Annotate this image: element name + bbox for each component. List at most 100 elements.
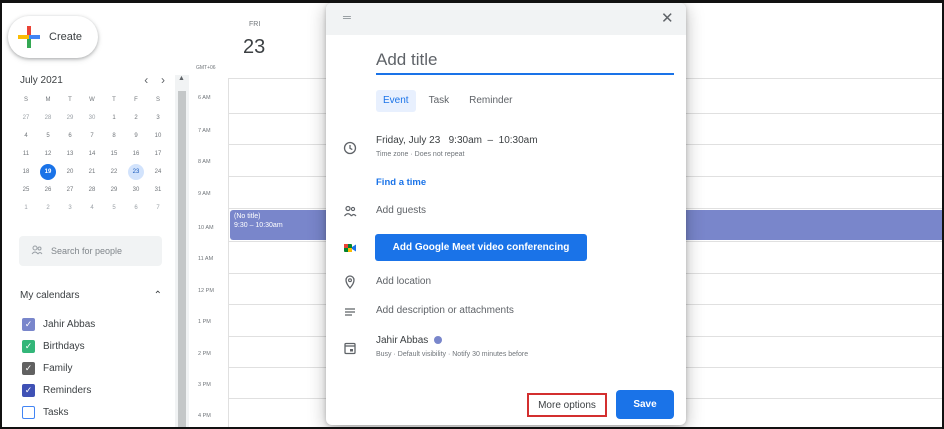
week-row: 25 26 27 28 29 30 31 — [15, 181, 169, 199]
date-cell[interactable]: 27 — [15, 109, 37, 127]
date-cell[interactable]: 31 — [147, 181, 169, 199]
time-zone-note[interactable]: Time zone · Does not repeat — [376, 151, 464, 158]
owner-details[interactable]: Busy · Default visibility · Notify 30 mi… — [376, 351, 528, 358]
chevron-up-icon[interactable]: ⌃ — [154, 290, 162, 301]
hour-label: 10 AM — [198, 225, 214, 231]
calendar-item-family[interactable]: ✓ Family — [22, 360, 72, 376]
hour-label: 9 AM — [198, 191, 211, 197]
description-icon — [343, 305, 357, 319]
date-cell[interactable]: 3 — [147, 109, 169, 127]
date-cell[interactable]: 5 — [103, 199, 125, 217]
week-row: 27 28 29 30 1 2 3 — [15, 109, 169, 127]
create-button[interactable]: Create — [8, 16, 98, 58]
date-cell[interactable]: 10 — [147, 127, 169, 145]
calendar-label: Birthdays — [43, 340, 85, 352]
date-cell[interactable]: 5 — [37, 127, 59, 145]
date-cell[interactable]: 2 — [37, 199, 59, 217]
day-number[interactable]: 23 — [243, 36, 265, 59]
hour-label: 8 AM — [198, 159, 211, 165]
date-cell[interactable]: 30 — [125, 181, 147, 199]
more-options-button[interactable]: More options — [527, 393, 607, 417]
date-cell[interactable]: 9 — [125, 127, 147, 145]
people-icon — [31, 244, 43, 259]
calendar-label: Jahir Abbas — [43, 318, 96, 330]
date-cell[interactable]: 18 — [15, 163, 37, 181]
checkbox-checked-icon[interactable]: ✓ — [22, 339, 35, 353]
title-input[interactable] — [376, 47, 674, 75]
create-label: Create — [49, 31, 83, 43]
date-cell[interactable]: 2 — [125, 109, 147, 127]
add-guests-field[interactable]: Add guests — [376, 205, 426, 216]
date-cell[interactable]: 22 — [103, 163, 125, 181]
calendar-item-jahir-abbas[interactable]: ✓ Jahir Abbas — [22, 316, 95, 332]
date-cell[interactable]: 11 — [15, 145, 37, 163]
date-cell[interactable]: 8 — [103, 127, 125, 145]
weekday-label: S — [23, 97, 28, 103]
checkbox-unchecked-icon[interactable] — [22, 405, 35, 419]
add-google-meet-button[interactable]: Add Google Meet video conferencing — [375, 234, 587, 261]
add-location-field[interactable]: Add location — [376, 276, 431, 287]
date-cell[interactable]: 16 — [125, 145, 147, 163]
find-time-link[interactable]: Find a time — [376, 177, 426, 188]
calendar-owner[interactable]: Jahir Abbas — [376, 335, 443, 346]
date-cell[interactable]: 17 — [147, 145, 169, 163]
clock-icon — [343, 141, 357, 155]
date-cell[interactable]: 7 — [81, 127, 103, 145]
calendar-item-tasks[interactable]: Tasks — [22, 404, 69, 420]
date-cell[interactable]: 3 — [59, 199, 81, 217]
date-cell[interactable]: 29 — [103, 181, 125, 199]
hour-label: 4 PM — [198, 413, 211, 419]
location-pin-icon — [343, 275, 357, 289]
date-cell[interactable]: 4 — [15, 127, 37, 145]
weekday-label: T — [112, 97, 116, 103]
search-people-input[interactable]: Search for people — [19, 236, 162, 266]
date-cell[interactable]: 6 — [125, 199, 147, 217]
date-cell[interactable]: 4 — [81, 199, 103, 217]
selected-date-cell[interactable]: 23 — [128, 164, 144, 180]
grid-divider — [228, 78, 229, 427]
date-cell[interactable]: 28 — [37, 109, 59, 127]
checkbox-checked-icon[interactable]: ✓ — [22, 361, 35, 375]
next-month-icon[interactable]: › — [156, 73, 170, 87]
prev-month-icon[interactable]: ‹ — [139, 73, 153, 87]
date-cell[interactable]: 12 — [37, 145, 59, 163]
tab-task[interactable]: Task — [422, 90, 457, 112]
date-cell[interactable]: 15 — [103, 145, 125, 163]
date-cell[interactable]: 6 — [59, 127, 81, 145]
date-cell[interactable]: 25 — [15, 181, 37, 199]
date-cell[interactable]: 14 — [81, 145, 103, 163]
date-cell[interactable]: 7 — [147, 199, 169, 217]
date-cell[interactable]: 1 — [103, 109, 125, 127]
calendar-window: Create July 2021 ‹ › S M T W T F S 27 28… — [0, 0, 944, 429]
checkbox-checked-icon[interactable]: ✓ — [22, 383, 35, 397]
checkbox-checked-icon[interactable]: ✓ — [22, 317, 35, 331]
date-time-text[interactable]: Friday, July 23 9:30am – 10:30am — [376, 135, 538, 146]
tab-event[interactable]: Event — [376, 90, 416, 112]
scroll-up-icon[interactable]: ▲ — [178, 75, 185, 82]
my-calendars-header[interactable]: My calendars ⌃ — [20, 290, 162, 301]
close-icon[interactable]: ✕ — [661, 9, 674, 27]
today-date-cell[interactable]: 19 — [40, 164, 56, 180]
date-cell[interactable]: 20 — [59, 163, 81, 181]
date-cell[interactable]: 28 — [81, 181, 103, 199]
scrollbar-thumb[interactable] — [178, 91, 186, 427]
date-cell[interactable]: 27 — [59, 181, 81, 199]
month-title: July 2021 — [20, 74, 63, 86]
date-cell[interactable]: 21 — [81, 163, 103, 181]
tab-reminder[interactable]: Reminder — [462, 90, 519, 112]
date-cell[interactable]: 13 — [59, 145, 81, 163]
add-description-field[interactable]: Add description or attachments — [376, 305, 514, 316]
hour-label: 3 PM — [198, 382, 211, 388]
dialog-header — [326, 3, 686, 35]
date-cell[interactable]: 29 — [59, 109, 81, 127]
date-cell[interactable]: 24 — [147, 163, 169, 181]
save-button[interactable]: Save — [616, 390, 674, 419]
sidebar-scrollbar[interactable]: ▲ — [175, 75, 189, 427]
calendar-item-birthdays[interactable]: ✓ Birthdays — [22, 338, 85, 354]
date-cell[interactable]: 1 — [15, 199, 37, 217]
date-cell[interactable]: 30 — [81, 109, 103, 127]
hour-label: 12 PM — [198, 288, 214, 294]
date-cell[interactable]: 26 — [37, 181, 59, 199]
drag-handle-icon[interactable]: ═ — [343, 12, 351, 24]
calendar-item-reminders[interactable]: ✓ Reminders — [22, 382, 91, 398]
